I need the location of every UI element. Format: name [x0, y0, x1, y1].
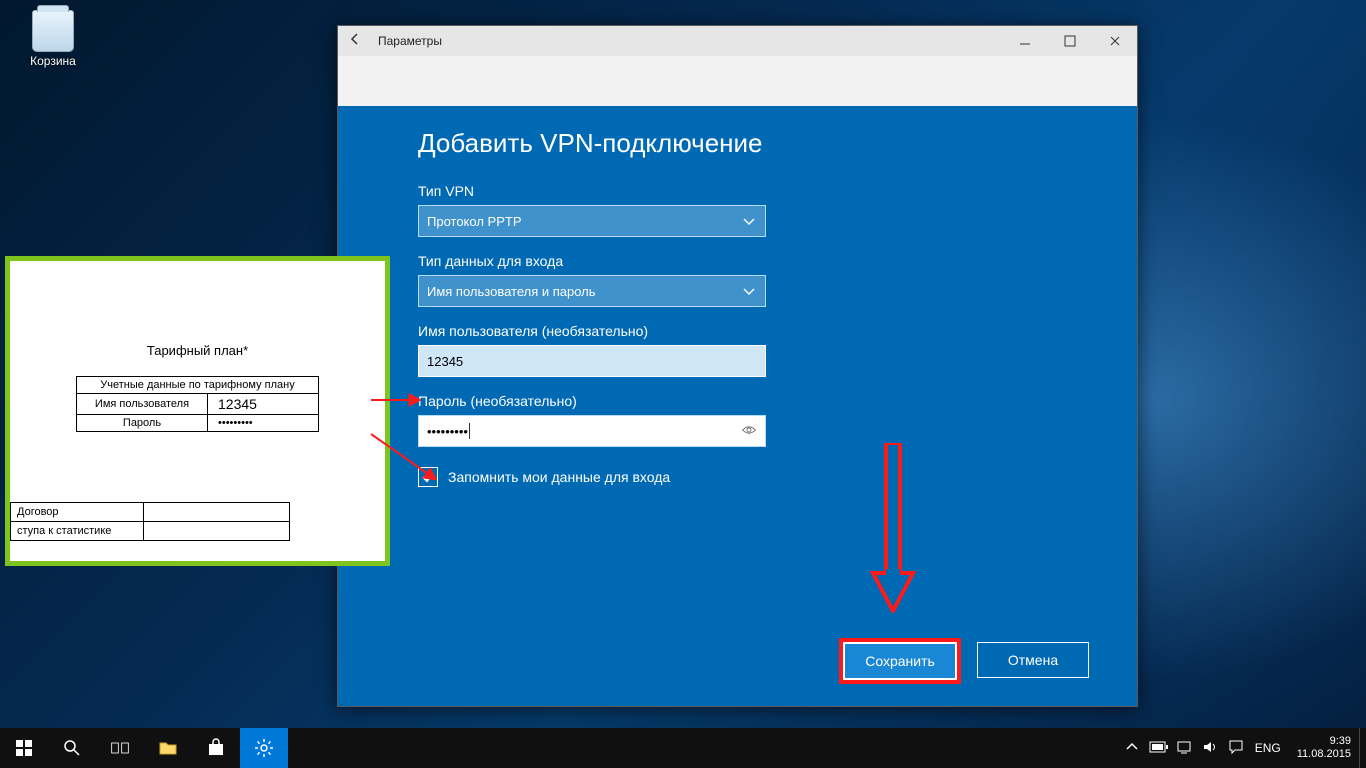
clock-date: 11.08.2015 — [1297, 748, 1351, 761]
remember-checkbox-row[interactable]: Запомнить мои данные для входа — [418, 467, 1057, 487]
vpn-type-label: Тип VPN — [418, 183, 1057, 199]
taskbar-app-store[interactable] — [192, 728, 240, 768]
password-input[interactable]: ••••••••• — [418, 415, 766, 447]
cancel-button[interactable]: Отмена — [977, 642, 1089, 678]
doc-row-stats: ступа к статистике — [11, 522, 144, 541]
doc-user-label: Имя пользователя — [77, 394, 208, 415]
chevron-down-icon — [741, 283, 757, 302]
maximize-icon — [1062, 33, 1078, 49]
doc-user-value: 12345 — [208, 394, 319, 415]
gear-icon — [254, 738, 274, 758]
back-arrow-icon — [347, 31, 363, 47]
username-label: Имя пользователя (необязательно) — [418, 323, 1057, 339]
password-mask: ••••••••• — [427, 424, 468, 439]
dialog-heading: Добавить VPN-подключение — [418, 128, 1057, 159]
windows-logo-icon — [14, 738, 34, 758]
annotation-arrow-right-icon — [371, 391, 421, 409]
doc-pass-value: ••••••••• — [208, 415, 319, 432]
doc-row-contract: Договор — [11, 503, 144, 522]
tray-show-hidden-icons[interactable] — [1123, 739, 1141, 758]
system-tray: ENG — [1117, 739, 1289, 758]
taskbar-app-explorer[interactable] — [144, 728, 192, 768]
taskbar-clock[interactable]: 9:39 11.08.2015 — [1289, 735, 1359, 761]
vpn-type-select[interactable]: Протокол PPTP — [418, 205, 766, 237]
minimize-button[interactable] — [1002, 26, 1047, 56]
chevron-up-icon — [1124, 739, 1140, 755]
back-button[interactable] — [338, 31, 372, 51]
username-value: 12345 — [427, 354, 463, 369]
taskbar-app-settings[interactable] — [240, 728, 288, 768]
tray-action-center[interactable] — [1227, 739, 1245, 758]
notification-icon — [1228, 739, 1244, 755]
chevron-down-icon — [741, 213, 757, 232]
close-icon — [1107, 33, 1123, 49]
search-icon — [62, 738, 82, 758]
maximize-button[interactable] — [1047, 26, 1092, 56]
clock-time: 9:39 — [1297, 735, 1351, 748]
reveal-password-icon[interactable] — [741, 422, 757, 441]
doc-tariff-title: Тарифный план* — [10, 343, 385, 358]
save-button[interactable]: Сохранить — [843, 642, 957, 680]
recycle-bin-label: Корзина — [18, 54, 88, 68]
settings-window: Параметры Добавить VPN-подключение Тип V… — [337, 25, 1138, 707]
tray-volume[interactable] — [1201, 739, 1219, 758]
task-view-icon — [110, 738, 130, 758]
doc-credentials-table: Учетные данные по тарифному плану Имя по… — [76, 376, 319, 432]
taskbar: ENG 9:39 11.08.2015 — [0, 728, 1366, 768]
username-input[interactable]: 12345 — [418, 345, 766, 377]
volume-icon — [1202, 739, 1218, 755]
tray-language[interactable]: ENG — [1253, 741, 1283, 755]
show-desktop-button[interactable] — [1359, 728, 1366, 768]
store-icon — [206, 738, 226, 758]
recycle-bin[interactable]: Корзина — [18, 10, 88, 68]
signin-type-value: Имя пользователя и пароль — [427, 284, 596, 299]
password-label: Пароль (необязательно) — [418, 393, 1057, 409]
window-titlebar: Параметры — [338, 26, 1137, 56]
signin-type-select[interactable]: Имя пользователя и пароль — [418, 275, 766, 307]
doc-cred-header: Учетные данные по тарифному плану — [77, 377, 319, 394]
battery-icon — [1149, 741, 1169, 753]
add-vpn-dialog: Добавить VPN-подключение Тип VPN Протоко… — [338, 106, 1137, 706]
doc-bottom-table: Договор ступа к статистике — [10, 502, 290, 541]
annotation-arrow-down-icon — [868, 443, 918, 613]
recycle-bin-icon — [32, 10, 74, 52]
search-button[interactable] — [48, 728, 96, 768]
doc-pass-label: Пароль — [77, 415, 208, 432]
task-view-button[interactable] — [96, 728, 144, 768]
tray-network[interactable] — [1175, 739, 1193, 758]
tray-battery[interactable] — [1149, 741, 1167, 756]
window-title: Параметры — [372, 34, 1002, 48]
start-button[interactable] — [0, 728, 48, 768]
settings-subheader — [338, 56, 1137, 107]
network-icon — [1176, 739, 1192, 755]
minimize-icon — [1017, 33, 1033, 49]
credentials-document: Тарифный план* Учетные данные по тарифно… — [5, 256, 390, 566]
vpn-type-value: Протокол PPTP — [427, 214, 522, 229]
remember-label: Запомнить мои данные для входа — [448, 469, 670, 485]
signin-type-label: Тип данных для входа — [418, 253, 1057, 269]
close-button[interactable] — [1092, 26, 1137, 56]
folder-icon — [158, 738, 178, 758]
